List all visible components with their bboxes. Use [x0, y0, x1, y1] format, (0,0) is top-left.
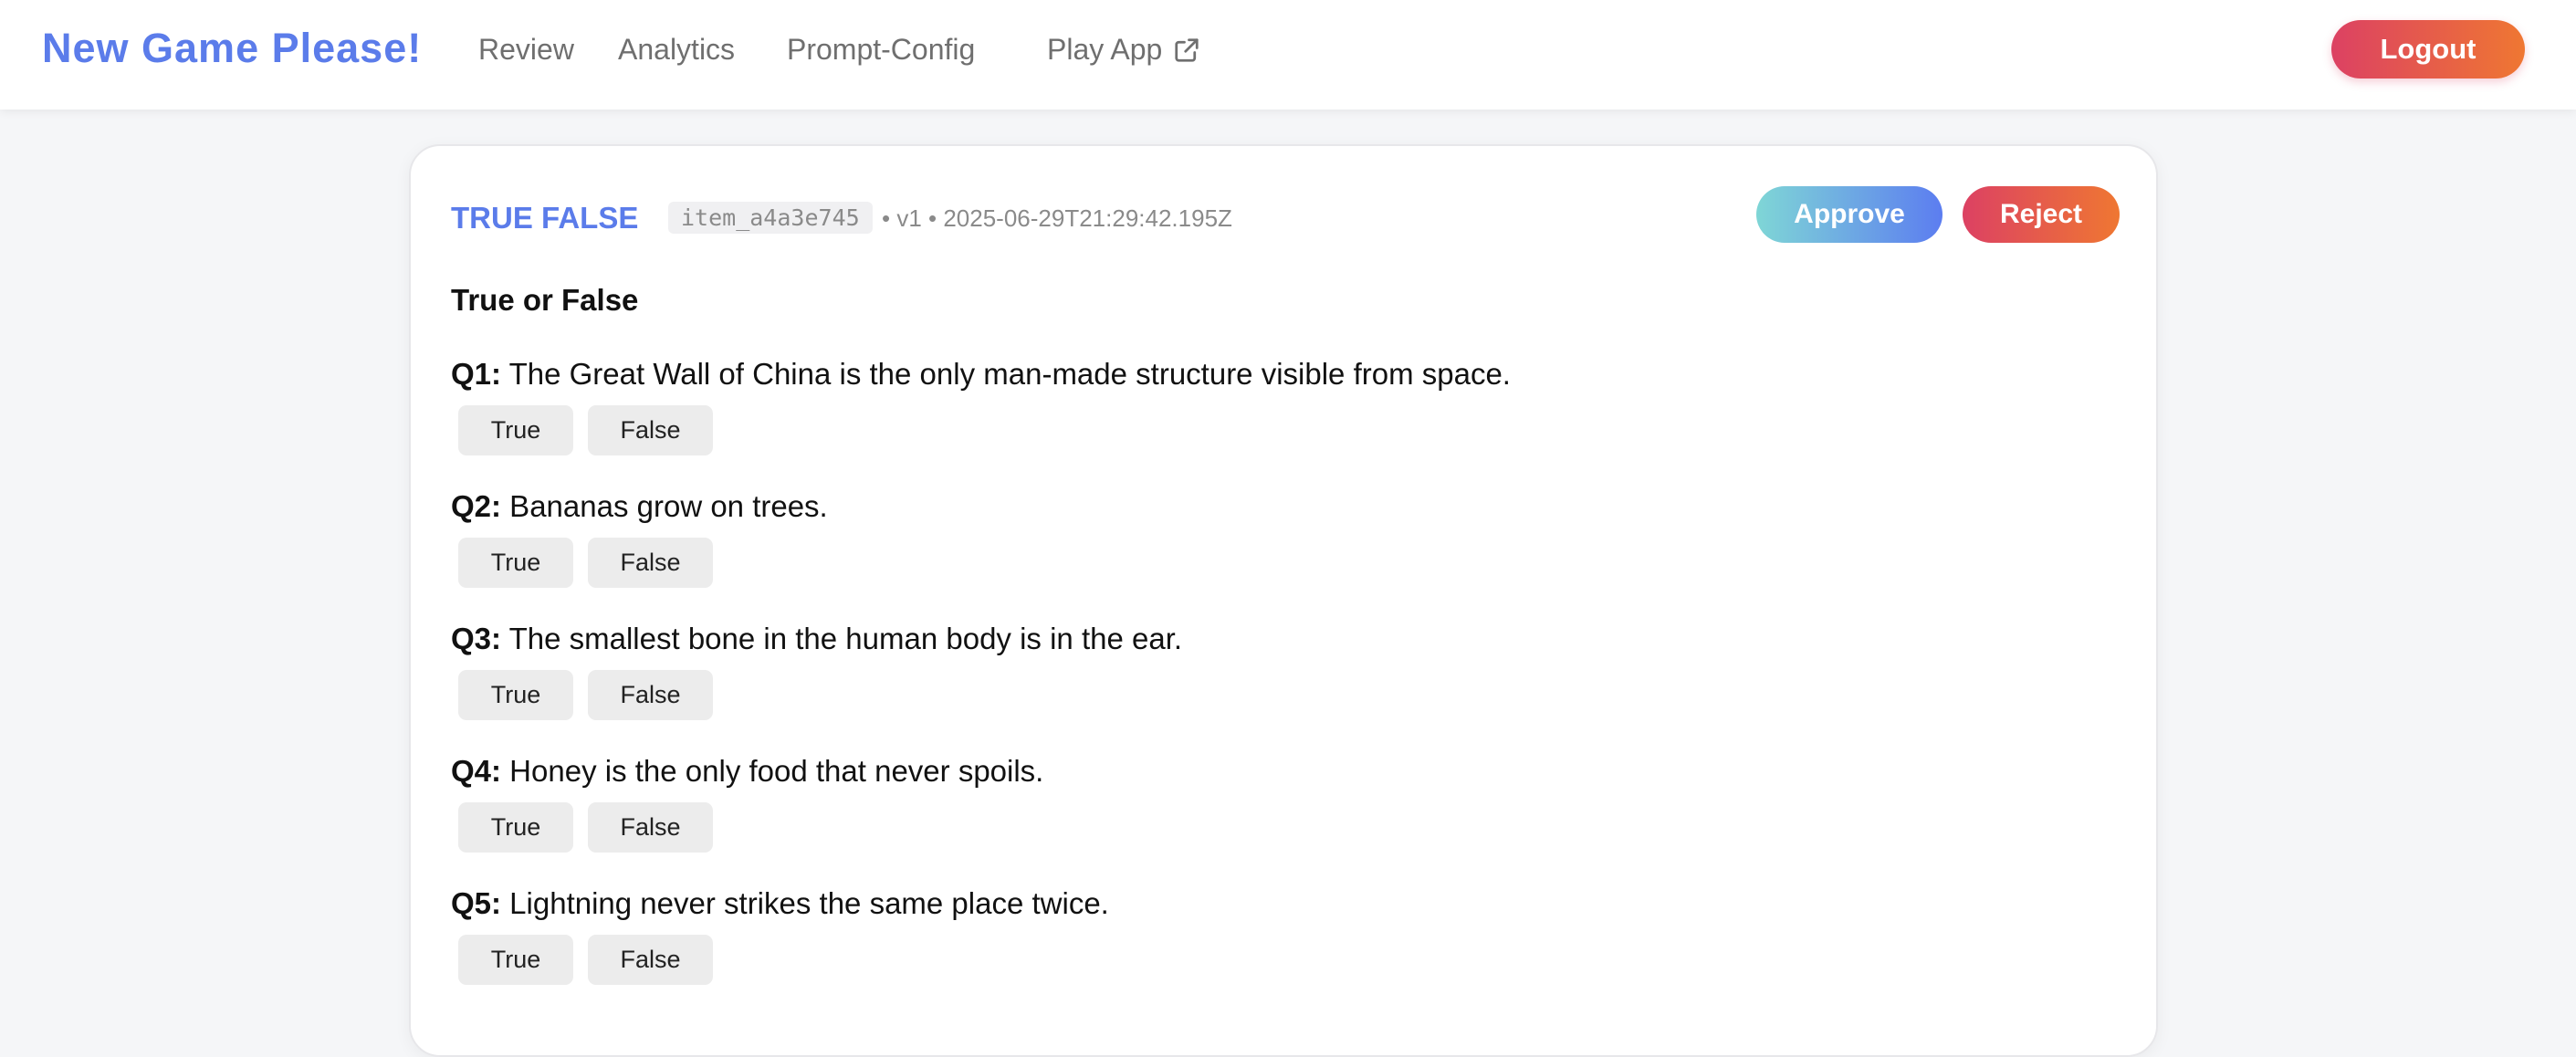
question-number: Q2:	[451, 489, 502, 523]
brand-logo[interactable]: New Game Please!	[42, 25, 422, 72]
answer-false-button[interactable]: False	[588, 538, 713, 588]
answer-true-button[interactable]: True	[458, 802, 573, 853]
top-navbar: New Game Please! Review Analytics Prompt…	[0, 0, 2576, 110]
question-text: Q3: The smallest bone in the human body …	[451, 621, 2094, 657]
question-text: Q2: Bananas grow on trees.	[451, 488, 2094, 525]
question-body: Honey is the only food that never spoils…	[501, 754, 1044, 788]
answer-true-button[interactable]: True	[458, 670, 573, 720]
item-meta: • v1 • 2025-06-29T21:29:42.195Z	[882, 204, 1232, 232]
question-number: Q5:	[451, 886, 502, 920]
external-link-icon	[1175, 37, 1199, 62]
question-body: Lightning never strikes the same place t…	[501, 886, 1109, 920]
item-type-title: TRUE FALSE	[451, 201, 639, 235]
question-body: Bananas grow on trees.	[501, 489, 828, 523]
nav-prompt-config[interactable]: Prompt-Config	[787, 33, 975, 67]
question-body: The Great Wall of China is the only man-…	[501, 357, 1511, 391]
item-id: item_a4a3e745	[668, 202, 873, 234]
answer-false-button[interactable]: False	[588, 405, 713, 455]
answer-options: True False	[458, 670, 2094, 720]
question-5: Q5: Lightning never strikes the same pla…	[451, 885, 2094, 985]
question-body: The smallest bone in the human body is i…	[501, 622, 1183, 655]
logout-button[interactable]: Logout	[2331, 20, 2525, 78]
answer-false-button[interactable]: False	[588, 935, 713, 985]
reject-button[interactable]: Reject	[1963, 186, 2120, 243]
question-3: Q3: The smallest bone in the human body …	[451, 621, 2094, 720]
nav-analytics[interactable]: Analytics	[618, 33, 735, 67]
quiz-heading: True or False	[451, 283, 639, 317]
question-text: Q1: The Great Wall of China is the only …	[451, 356, 2094, 392]
question-number: Q1:	[451, 357, 502, 391]
nav-review[interactable]: Review	[478, 33, 574, 67]
answer-options: True False	[458, 405, 2094, 455]
answer-options: True False	[458, 538, 2094, 588]
question-number: Q4:	[451, 754, 502, 788]
answer-options: True False	[458, 935, 2094, 985]
review-card: TRUE FALSE item_a4a3e745 • v1 • 2025-06-…	[409, 144, 2158, 1057]
answer-options: True False	[458, 802, 2094, 853]
answer-true-button[interactable]: True	[458, 405, 573, 455]
question-1: Q1: The Great Wall of China is the only …	[451, 356, 2094, 455]
nav-play-app-label: Play App	[1047, 33, 1163, 66]
nav-play-app[interactable]: Play App	[1047, 33, 1200, 67]
answer-false-button[interactable]: False	[588, 670, 713, 720]
question-text: Q5: Lightning never strikes the same pla…	[451, 885, 2094, 922]
question-2: Q2: Bananas grow on trees. True False	[451, 488, 2094, 588]
question-4: Q4: Honey is the only food that never sp…	[451, 753, 2094, 853]
answer-true-button[interactable]: True	[458, 538, 573, 588]
question-text: Q4: Honey is the only food that never sp…	[451, 753, 2094, 790]
answer-true-button[interactable]: True	[458, 935, 573, 985]
answer-false-button[interactable]: False	[588, 802, 713, 853]
approve-button[interactable]: Approve	[1756, 186, 1942, 243]
question-number: Q3:	[451, 622, 502, 655]
